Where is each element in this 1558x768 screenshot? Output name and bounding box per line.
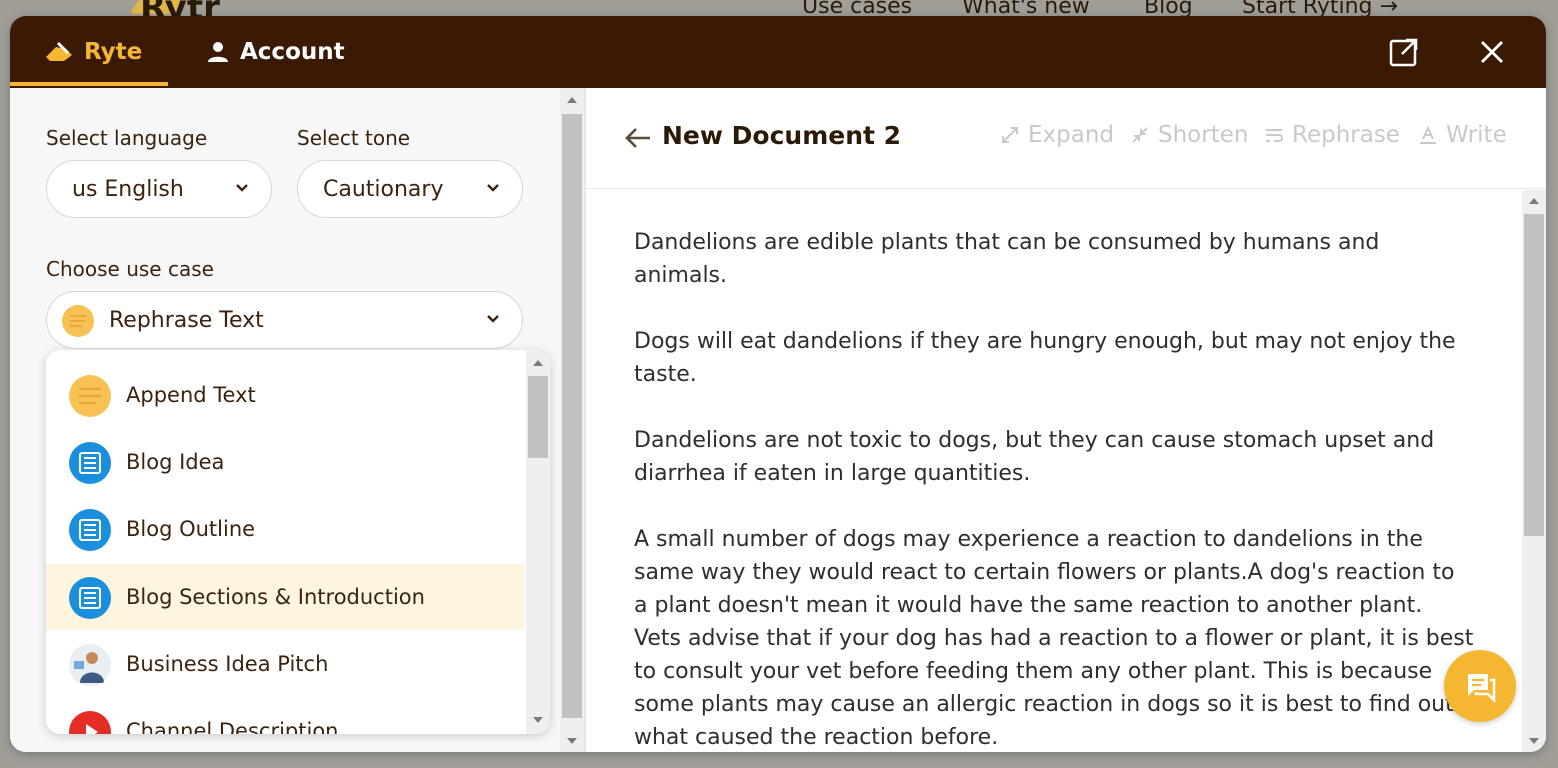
document-paragraph: A small number of dogs may experience a … bbox=[634, 527, 1474, 750]
notes-icon bbox=[62, 305, 94, 337]
rephrase-button[interactable]: Rephrase bbox=[1264, 122, 1400, 148]
document-paragraph: Dogs will eat dandelions if they are hun… bbox=[634, 329, 1456, 387]
settings-scroll-up-icon[interactable] bbox=[567, 97, 577, 103]
list-item-label: Blog Idea bbox=[126, 450, 225, 474]
back-arrow-icon[interactable] bbox=[624, 126, 652, 150]
notes-icon bbox=[69, 375, 111, 417]
document-scroll-up-icon[interactable] bbox=[1529, 198, 1539, 204]
list-item-append-text[interactable]: Append Text bbox=[46, 362, 524, 428]
close-icon[interactable] bbox=[1476, 36, 1508, 68]
ryte-modal: Ryte Account Select language us English … bbox=[10, 16, 1546, 752]
document-scroll-down-icon[interactable] bbox=[1529, 738, 1539, 744]
settings-scroll-down-icon[interactable] bbox=[567, 738, 577, 744]
user-icon bbox=[208, 42, 228, 62]
language-label: Select language bbox=[46, 126, 208, 150]
chat-button[interactable] bbox=[1444, 650, 1516, 722]
expand-button[interactable]: Expand bbox=[1000, 122, 1114, 148]
list-item-blog-idea[interactable]: Blog Idea bbox=[46, 429, 524, 495]
settings-panel: Select language us English Select tone C… bbox=[10, 88, 584, 752]
list-item-channel-description[interactable]: Channel Description bbox=[46, 698, 524, 734]
list-item-label: Append Text bbox=[126, 383, 256, 407]
list-item-label: Channel Description bbox=[126, 719, 339, 734]
list-item-label: Blog Sections & Introduction bbox=[126, 585, 425, 609]
document-editor[interactable]: Dandelions are edible plants that can be… bbox=[634, 226, 1474, 752]
write-icon bbox=[1420, 125, 1436, 144]
tab-ryte-label: Ryte bbox=[84, 39, 143, 65]
tab-ryte[interactable]: Ryte bbox=[44, 16, 142, 88]
use-case-dropdown: Append Text Blog Idea Blog Outline Blog … bbox=[46, 350, 550, 734]
list-item-blog-outline[interactable]: Blog Outline bbox=[46, 496, 524, 562]
expand-icon bbox=[1002, 127, 1018, 143]
writing-hand-icon bbox=[46, 41, 72, 61]
youtube-icon bbox=[69, 711, 111, 734]
list-item-label: Business Idea Pitch bbox=[126, 652, 329, 676]
tone-select[interactable]: Cautionary bbox=[297, 160, 523, 218]
dropdown-scroll-up-icon[interactable] bbox=[533, 360, 543, 366]
rephrase-icon bbox=[1266, 129, 1284, 142]
document-header-divider bbox=[586, 188, 1546, 189]
tab-account[interactable]: Account bbox=[206, 16, 345, 88]
use-case-value: Rephrase Text bbox=[109, 307, 264, 333]
list-item-blog-sections[interactable]: Blog Sections & Introduction bbox=[46, 564, 524, 630]
list-icon bbox=[69, 442, 111, 484]
document-paragraph: Dandelions are not toxic to dogs, but th… bbox=[634, 428, 1435, 486]
expand-label: Expand bbox=[1028, 122, 1115, 148]
shorten-label: Shorten bbox=[1158, 122, 1249, 148]
tone-value: Cautionary bbox=[323, 176, 444, 202]
list-item-business-idea-pitch[interactable]: Business Idea Pitch bbox=[46, 631, 524, 697]
use-case-label: Choose use case bbox=[46, 257, 214, 281]
shorten-icon bbox=[1132, 127, 1148, 143]
tone-label: Select tone bbox=[297, 126, 411, 150]
dropdown-scrollbar-thumb[interactable] bbox=[528, 376, 548, 458]
use-case-select[interactable]: Rephrase Text bbox=[46, 291, 523, 349]
document-paragraph: Dandelions are edible plants that can be… bbox=[634, 230, 1380, 288]
chevron-down-icon bbox=[236, 184, 248, 192]
active-tab-indicator bbox=[10, 82, 168, 86]
list-item-label: Blog Outline bbox=[126, 517, 256, 541]
write-label: Write bbox=[1446, 122, 1507, 148]
person-icon bbox=[69, 644, 111, 686]
chevron-down-icon bbox=[487, 315, 499, 323]
dropdown-scroll-down-icon[interactable] bbox=[533, 717, 543, 723]
document-title[interactable]: New Document 2 bbox=[662, 121, 901, 150]
document-scrollbar-thumb[interactable] bbox=[1524, 214, 1544, 536]
chat-icon bbox=[1468, 674, 1496, 704]
modal-header: Ryte Account bbox=[10, 16, 1546, 88]
chevron-down-icon bbox=[487, 184, 499, 192]
list-icon bbox=[69, 577, 111, 619]
language-value: us English bbox=[72, 176, 184, 202]
tab-account-label: Account bbox=[240, 39, 345, 65]
open-external-icon[interactable] bbox=[1388, 36, 1420, 68]
shorten-button[interactable]: Shorten bbox=[1130, 122, 1248, 148]
list-icon bbox=[69, 509, 111, 551]
write-button[interactable]: Write bbox=[1418, 122, 1507, 148]
settings-panel-scrollbar-thumb[interactable] bbox=[562, 114, 582, 718]
language-select[interactable]: us English bbox=[46, 160, 272, 218]
rephrase-label: Rephrase bbox=[1292, 122, 1400, 148]
document-panel: New Document 2 Expand Shorten Rephrase W… bbox=[586, 88, 1546, 752]
